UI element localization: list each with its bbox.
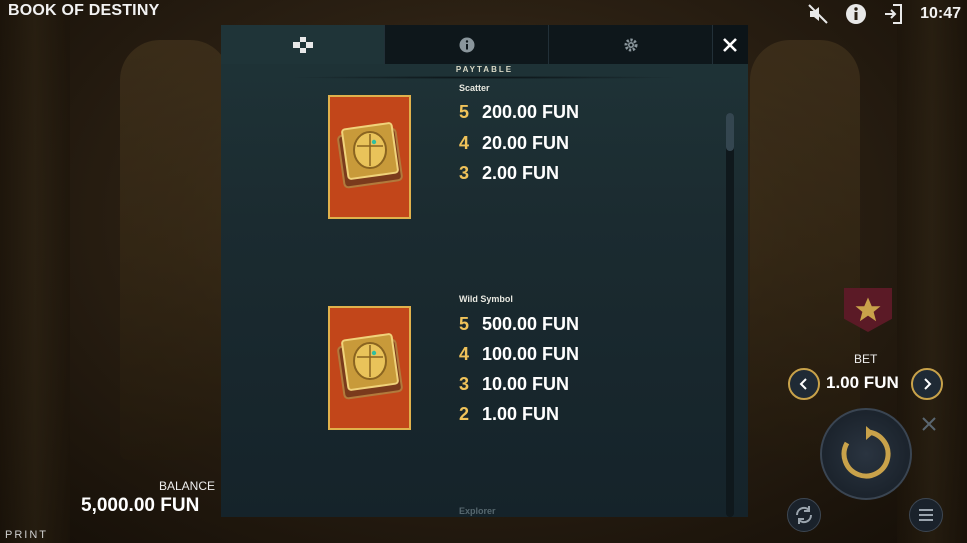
pay-count: 4 [459,344,470,364]
symbol-name-scatter: Scatter [459,83,490,93]
bet-decrease-button[interactable] [788,368,820,400]
pay-count: 3 [459,163,470,183]
menu-button[interactable] [909,498,943,532]
hamburger-icon [919,509,933,521]
paytable-modal: PAYTABLE Scatter 5 200.00 FUN 4 20.00 FUN … [221,25,748,517]
pay-count: 3 [459,374,470,394]
symbol-name-wild: Wild Symbol [459,294,513,304]
tab-paytable[interactable] [221,25,385,64]
background-pillar-left [0,0,70,543]
spin-icon [841,426,891,479]
scrollbar-thumb[interactable] [726,113,734,151]
symbol-tile-scatter [328,95,411,219]
close-button[interactable] [713,31,747,59]
exit-icon[interactable] [882,2,906,26]
book-scarab-icon [336,122,403,189]
pay-row: 3 2.00 FUN [459,163,559,184]
pay-row: 5 500.00 FUN [459,314,579,335]
section-divider [288,76,681,79]
symbol-name-explorer: Explorer [459,506,496,516]
pay-amount: 100.00 FUN [482,344,580,364]
pay-amount: 1.00 FUN [482,404,560,424]
game-title: BOOK OF DESTINY [8,2,160,19]
symbol-tile-wild [328,306,411,430]
bet-value: 1.00 FUN [826,373,899,392]
pay-row: 2 1.00 FUN [459,404,559,425]
chevron-left-icon [799,378,807,390]
close-icon [723,38,737,52]
clock: 10:47 [920,5,961,22]
tab-info[interactable] [385,25,549,64]
pay-amount: 10.00 FUN [482,374,570,394]
background-statue-left [120,40,230,460]
pay-amount: 20.00 FUN [482,133,570,153]
bet-label: BET [854,352,878,366]
pay-count: 2 [459,404,470,424]
info-icon [459,37,474,52]
pay-row: 4 100.00 FUN [459,344,579,365]
autoplay-button[interactable] [787,498,821,532]
pay-count: 5 [459,314,470,334]
turbo-disabled-icon[interactable] [919,414,939,434]
pay-count: 5 [459,102,470,122]
gear-icon [624,38,637,51]
sound-muted-icon[interactable] [806,2,830,26]
chevron-right-icon [924,378,932,390]
print-label: PRINT [5,529,48,541]
info-icon[interactable] [844,2,868,26]
top-bar-controls: 10:47 [806,2,961,26]
scrollbar-track[interactable] [726,113,734,517]
book-scarab-icon [336,333,403,400]
star-icon [855,297,881,322]
section-title: PAYTABLE [455,65,514,74]
pay-row: 4 20.00 FUN [459,133,569,154]
pay-amount: 2.00 FUN [482,163,560,183]
modal-tabs [221,25,748,64]
balance-value: 5,000.00 FUN [81,495,200,516]
spin-button[interactable] [820,408,912,500]
paytable-icon [292,36,313,53]
pay-amount: 500.00 FUN [482,314,580,334]
pay-row: 5 200.00 FUN [459,102,579,123]
pay-amount: 200.00 FUN [482,102,580,122]
balance-label: BALANCE [159,479,216,493]
tab-settings[interactable] [549,25,713,64]
pay-count: 4 [459,133,470,153]
bet-increase-button[interactable] [911,368,943,400]
autoplay-icon [795,506,813,524]
pay-row: 3 10.00 FUN [459,374,569,395]
